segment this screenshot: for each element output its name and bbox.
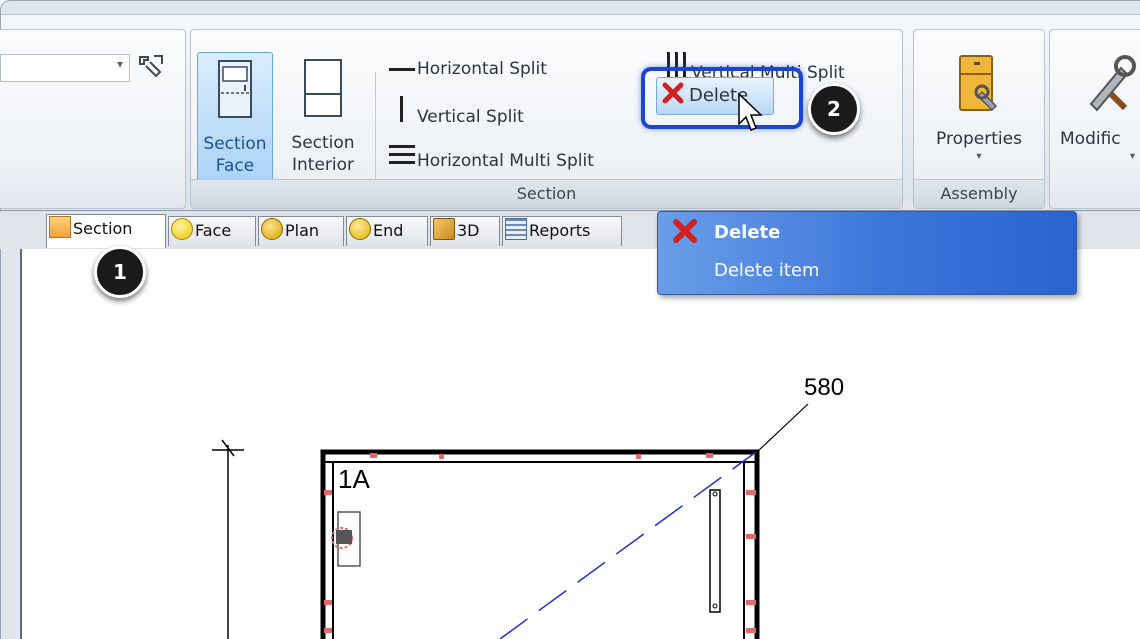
- app-window: ▾ Section Face Section Interior Horizont…: [0, 0, 1140, 639]
- section-drawing: [212, 403, 809, 639]
- section-label: 1A: [338, 464, 370, 494]
- cabinet-outline: [320, 449, 760, 639]
- door-handle: [709, 489, 721, 613]
- dimension-leader: [756, 403, 809, 453]
- dimension-label: 580: [804, 374, 845, 401]
- hinge-body: [336, 530, 352, 544]
